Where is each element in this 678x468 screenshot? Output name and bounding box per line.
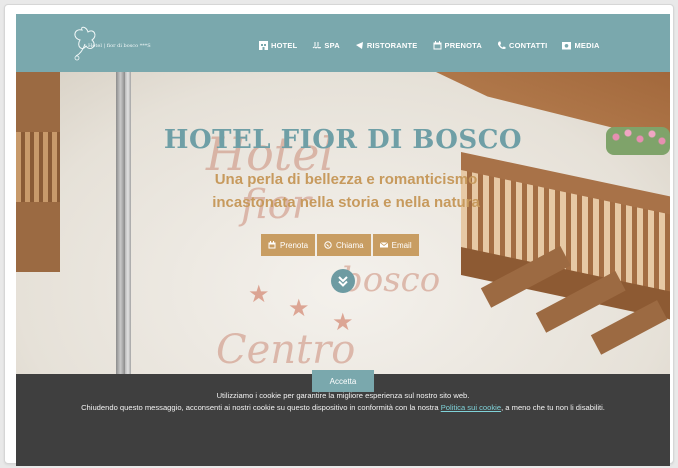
nav-item-ristorante-label: RISTORANTE <box>366 40 418 50</box>
left-balcony-decoration <box>16 72 60 272</box>
envelope-icon <box>379 241 388 249</box>
cookie-message: Utilizziamo i cookie per garantire la mi… <box>46 390 640 413</box>
logo-text: Hotel | fior di bosco ***S <box>88 43 151 49</box>
nav-item-prenota-label: PRENOTA <box>444 40 483 50</box>
calendar-icon <box>268 241 276 249</box>
hotel-icon <box>259 40 268 50</box>
cookie-message-text: Chiudendo questo messaggio, acconsenti a… <box>81 402 441 412</box>
prenota-button-label: Prenota <box>280 240 309 250</box>
restaurant-icon <box>355 41 364 50</box>
nav-item-hotel[interactable]: HOTEL <box>259 38 297 52</box>
site-header: Hotel | fior di bosco ***S HOTEL SPA RIS… <box>16 14 670 72</box>
email-button[interactable]: Email <box>372 234 419 256</box>
email-button-label: Email <box>391 240 412 250</box>
double-chevron-down-icon <box>338 276 348 287</box>
hero-section: Hotel fior bosco Centro ★ ★ ★ HOTEL FIOR… <box>16 72 670 466</box>
chiama-button[interactable]: Chiama <box>317 234 371 256</box>
hero-subtitle-line-1: Una perla di bellezza e romanticismo <box>214 171 478 188</box>
flower-logo-icon <box>74 26 96 61</box>
nav-item-spa[interactable]: SPA <box>312 38 340 52</box>
site-logo[interactable]: Hotel | fior di bosco ***S <box>68 22 178 66</box>
nav-item-contatti[interactable]: CONTATTI <box>497 38 547 52</box>
drainpipe-highlight <box>125 72 131 382</box>
wall-star-icon: ★ <box>288 295 310 322</box>
hero-title: HOTEL FIOR DI BOSCO <box>163 125 523 155</box>
whatsapp-icon <box>324 241 332 249</box>
hero-action-buttons: Prenota Chiama Email <box>261 234 419 256</box>
wall-painted-lettering: bosco <box>341 260 441 300</box>
main-nav: HOTEL SPA RISTORANTE PRENOTA CONTATTI ME… <box>259 38 615 52</box>
hero-subtitle: Una perla di bellezza e romanticismo inc… <box>196 168 496 214</box>
nav-item-media[interactable]: MEDIA <box>562 38 599 52</box>
cookie-message-text-end: , a meno che tu non li disabiliti. <box>501 402 605 412</box>
nav-item-spa-label: SPA <box>324 40 340 50</box>
scroll-down-button[interactable] <box>331 269 355 293</box>
chiama-button-label: Chiama <box>336 240 364 250</box>
wall-star-icon: ★ <box>332 309 354 336</box>
cookie-policy-link[interactable]: Politica sui cookie <box>441 403 501 412</box>
camera-icon <box>562 41 572 50</box>
calendar-icon <box>433 40 442 50</box>
page-viewport: Hotel fior bosco Centro ★ ★ ★ HOTEL FIOR… <box>16 14 670 466</box>
nav-item-media-label: MEDIA <box>574 40 600 50</box>
wall-star-icon: ★ <box>248 281 270 308</box>
prenota-button[interactable]: Prenota <box>261 234 316 256</box>
spa-icon <box>312 41 322 50</box>
nav-item-prenota[interactable]: PRENOTA <box>433 38 483 52</box>
phone-icon <box>497 41 506 50</box>
hero-subtitle-line-2: incastonata nella storia e nella natura <box>212 194 480 211</box>
nav-item-ristorante[interactable]: RISTORANTE <box>355 38 418 52</box>
nav-item-hotel-label: HOTEL <box>271 40 298 50</box>
cookie-message-line-2: Chiudendo questo messaggio, acconsenti a… <box>46 402 640 414</box>
nav-item-contatti-label: CONTATTI <box>509 40 548 50</box>
accept-cookies-button[interactable]: Accetta <box>312 370 374 392</box>
